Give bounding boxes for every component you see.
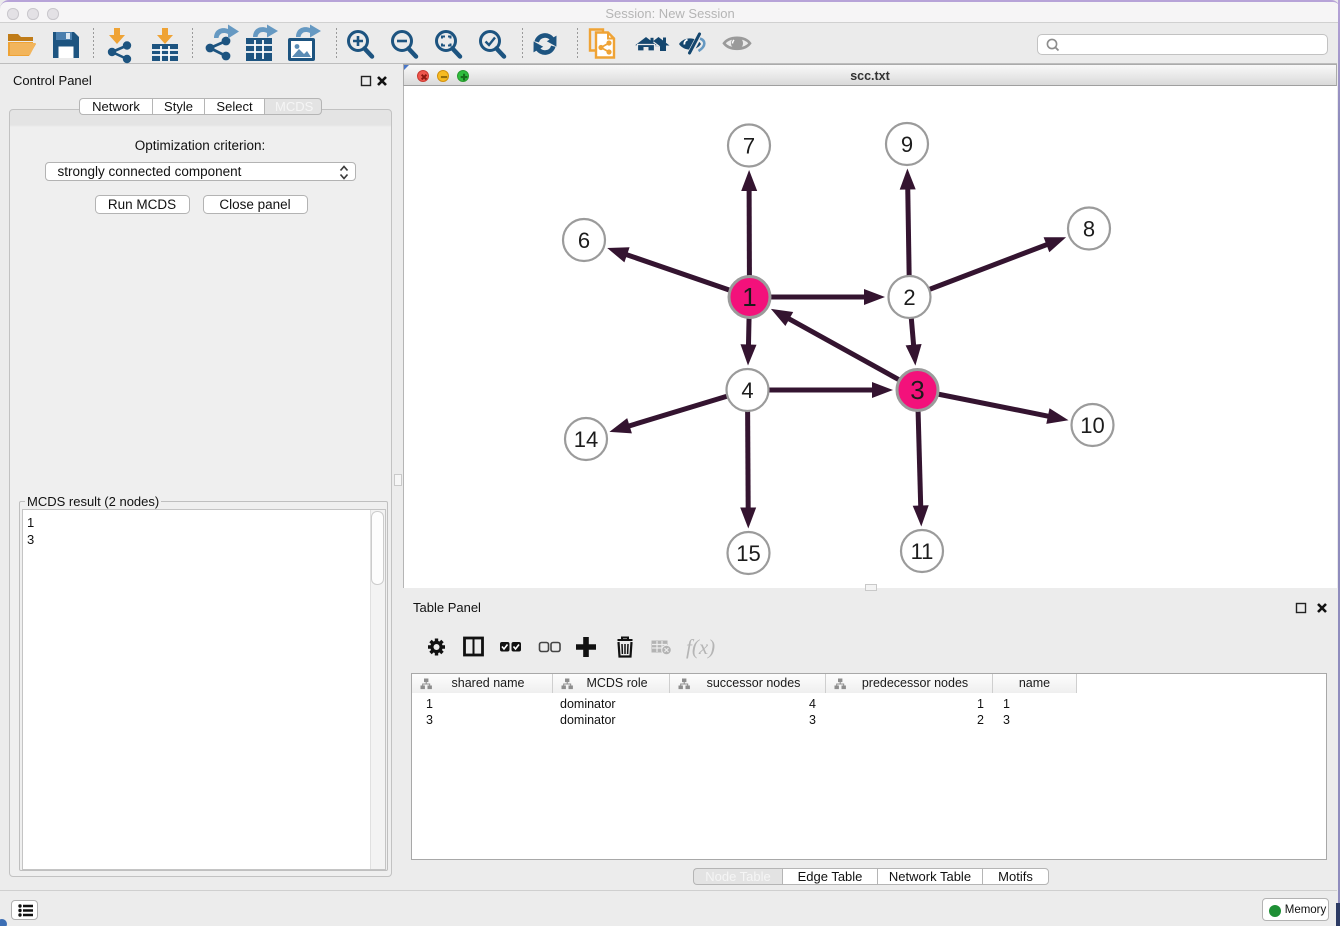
svg-text:9: 9 (901, 132, 913, 157)
svg-text:14: 14 (574, 427, 598, 452)
svg-text:3: 3 (910, 375, 924, 405)
svg-text:6: 6 (578, 228, 590, 253)
svg-text:f(x): f(x) (686, 635, 715, 659)
svg-text:1: 1 (742, 282, 756, 312)
svg-text:10: 10 (1080, 413, 1104, 438)
svg-text:8: 8 (1083, 216, 1095, 241)
svg-text:15: 15 (736, 541, 760, 566)
svg-text:11: 11 (911, 539, 934, 564)
svg-text:4: 4 (741, 378, 753, 403)
svg-text:2: 2 (903, 285, 915, 310)
svg-text:7: 7 (743, 133, 755, 158)
